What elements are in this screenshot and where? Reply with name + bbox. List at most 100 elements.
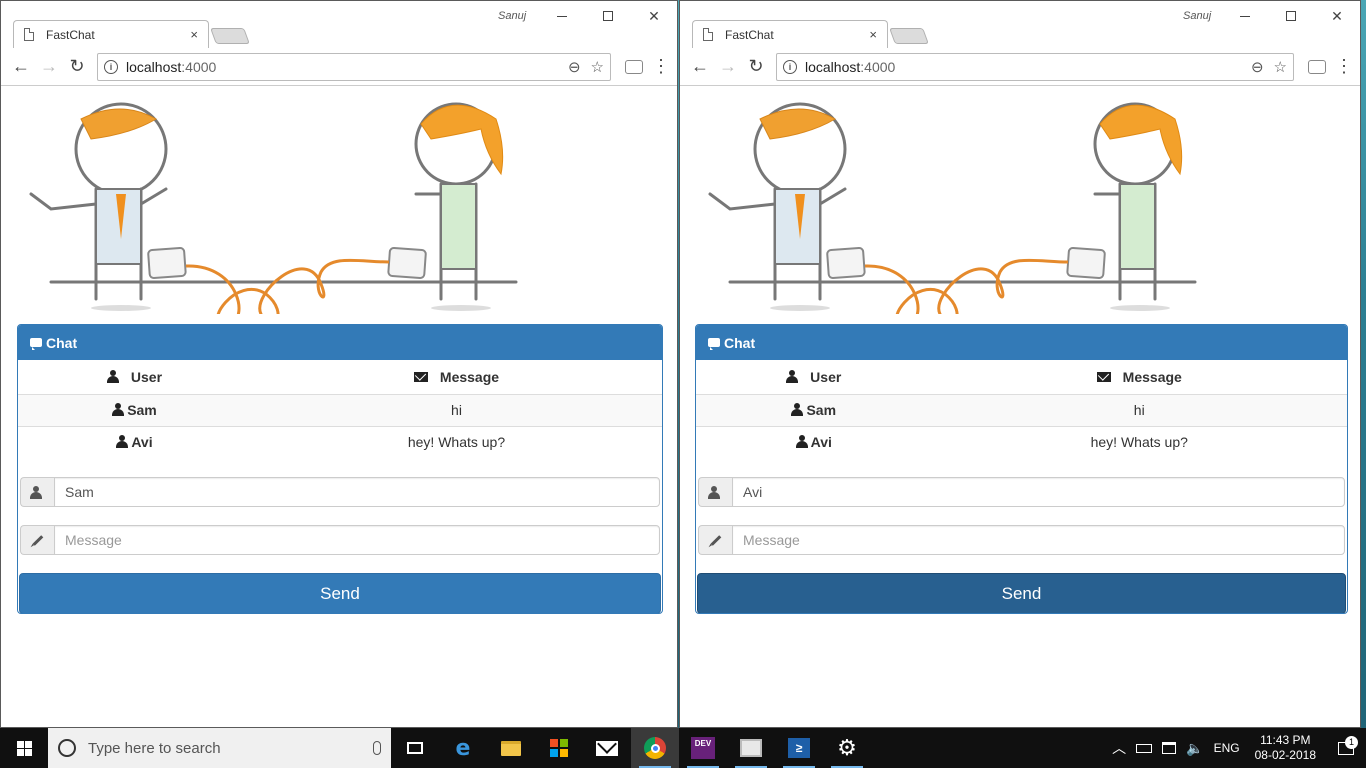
network-icon [1162, 742, 1177, 754]
reload-button[interactable]: ↻ [742, 53, 770, 81]
browser-tab[interactable]: FastChat × [692, 20, 888, 48]
zoom-icon[interactable]: ⊖ [568, 58, 581, 76]
volume-icon[interactable]: 🔈 [1181, 740, 1208, 757]
gear-icon: ⚙ [837, 735, 857, 760]
menu-dots-icon[interactable]: ⋮ [1334, 56, 1354, 77]
close-window-button[interactable]: ✕ [631, 5, 677, 27]
browser-window-right: FastChat × Sanuj ✕ ← → ↻ i localhost:400… [679, 0, 1361, 728]
url-host: localhost [126, 58, 182, 75]
minimize-button[interactable] [1222, 5, 1268, 27]
microphone-icon[interactable] [373, 741, 381, 755]
edge-button[interactable]: e [439, 728, 487, 768]
network-button[interactable] [1157, 742, 1181, 754]
reload-button[interactable]: ↻ [63, 53, 91, 81]
pencil-icon [32, 534, 43, 546]
browser-toolbar: ← → ↻ i localhost:4000 ⊖ ☆ ⋮ [680, 48, 1360, 86]
clock-time: 11:43 PM [1260, 733, 1311, 747]
chrome-icon [644, 737, 666, 759]
forward-arrow-icon: → [40, 56, 58, 76]
back-button[interactable]: ← [686, 53, 714, 81]
start-button[interactable] [0, 728, 48, 768]
title-bar[interactable]: FastChat × Sanuj ✕ [680, 1, 1360, 48]
username-input[interactable] [732, 477, 1345, 507]
extension-icon[interactable] [625, 59, 643, 74]
minimize-button[interactable] [539, 5, 585, 27]
close-icon: ✕ [1331, 7, 1343, 24]
new-tab-button[interactable] [889, 28, 929, 44]
message-addon [698, 525, 732, 555]
store-button[interactable] [535, 728, 583, 768]
menu-dots-icon[interactable]: ⋮ [651, 56, 671, 77]
tin-can-phone-illustration [708, 102, 1197, 314]
mail-button[interactable] [583, 728, 631, 768]
forward-button[interactable]: → [714, 53, 742, 81]
panel-heading: Chat [18, 325, 662, 360]
browser-tab[interactable]: FastChat × [13, 20, 209, 48]
maximize-icon [603, 11, 613, 21]
reload-icon: ↻ [748, 56, 764, 76]
column-header-user: User [18, 360, 251, 394]
task-view-button[interactable] [391, 728, 439, 768]
extension-icon[interactable] [1308, 59, 1326, 74]
tab-close-icon[interactable]: × [869, 27, 877, 42]
panel-title: Chat [46, 334, 78, 351]
maximize-icon [1286, 11, 1296, 21]
new-tab-button[interactable] [210, 28, 250, 44]
language-indicator[interactable]: ENG [1209, 741, 1245, 755]
message-text: hey! Whats up? [250, 425, 662, 458]
chevron-up-icon[interactable]: ︿ [1107, 738, 1131, 758]
back-button[interactable]: ← [7, 53, 35, 81]
message-user: Sam [696, 393, 932, 426]
message-input[interactable] [54, 525, 660, 555]
battery-icon [1136, 743, 1153, 753]
chat-panel: Chat User Message Sam hi Avi hey! Whats … [17, 324, 663, 614]
clock[interactable]: 11:43 PM 08-02-2018 [1245, 733, 1326, 763]
minimize-icon [1240, 15, 1250, 17]
file-explorer-button[interactable] [487, 728, 535, 768]
table-row: Sam hi [696, 393, 1347, 426]
info-icon[interactable]: i [783, 59, 797, 74]
profile-name[interactable]: Sanuj [1183, 10, 1211, 22]
tab-close-icon[interactable]: × [190, 27, 198, 42]
send-button[interactable]: Send [697, 573, 1346, 613]
user-icon [116, 435, 129, 449]
user-icon [786, 369, 799, 383]
chrome-button[interactable] [631, 728, 679, 768]
user-icon [795, 435, 808, 449]
folder-icon [501, 740, 521, 756]
mail-icon [596, 740, 618, 756]
action-center-button[interactable]: 1 [1326, 735, 1366, 755]
title-bar[interactable]: FastChat × Sanuj ✕ [1, 1, 677, 48]
reload-icon: ↻ [69, 56, 85, 76]
username-input[interactable] [54, 477, 660, 507]
battery-button[interactable] [1131, 743, 1157, 753]
envelope-icon [1096, 371, 1111, 382]
maximize-button[interactable] [585, 5, 631, 27]
url-port: :4000 [181, 58, 217, 75]
message-addon [20, 525, 54, 555]
username-addon [20, 477, 54, 507]
info-icon[interactable]: i [104, 59, 118, 74]
message-input[interactable] [732, 525, 1345, 555]
column-header-message: Message [251, 360, 662, 394]
profile-name[interactable]: Sanuj [498, 10, 526, 22]
close-window-button[interactable]: ✕ [1314, 5, 1360, 27]
settings-button[interactable]: ⚙ [823, 728, 871, 768]
sheet-app-button[interactable] [727, 728, 775, 768]
maximize-button[interactable] [1268, 5, 1314, 27]
visual-studio-button[interactable]: DEV [679, 728, 727, 768]
bookmark-star-icon[interactable]: ☆ [1274, 58, 1287, 76]
zoom-icon[interactable]: ⊖ [1251, 58, 1264, 76]
powershell-button[interactable]: ≥ [775, 728, 823, 768]
send-button[interactable]: Send [19, 573, 661, 613]
url-port: :4000 [860, 58, 896, 75]
url-host: localhost [805, 58, 861, 75]
user-icon [30, 485, 42, 499]
message-input-group [20, 525, 660, 555]
forward-button[interactable]: → [35, 53, 63, 81]
address-bar[interactable]: i localhost:4000 ⊖ ☆ [776, 52, 1294, 81]
user-icon [106, 369, 119, 383]
taskbar-search[interactable]: Type here to search [48, 728, 391, 768]
address-bar[interactable]: i localhost:4000 ⊖ ☆ [97, 52, 611, 81]
bookmark-star-icon[interactable]: ☆ [591, 58, 604, 76]
